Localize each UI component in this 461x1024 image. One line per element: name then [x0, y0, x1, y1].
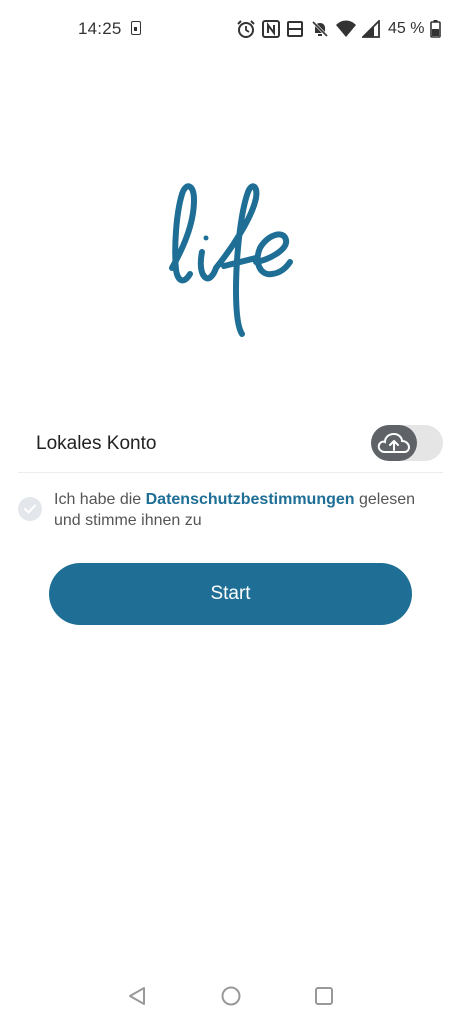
navigation-bar	[0, 975, 461, 1015]
back-icon[interactable]	[126, 985, 148, 1007]
volte-icon	[287, 21, 303, 37]
recents-icon[interactable]	[314, 986, 334, 1006]
toggle-knob	[371, 425, 417, 461]
privacy-consent-checkbox[interactable]	[18, 497, 42, 521]
privacy-consent-text: Ich habe die Datenschutzbestimmungen gel…	[54, 489, 434, 531]
cloud-upload-icon	[377, 432, 411, 453]
signal-icon	[362, 20, 380, 38]
mute-icon	[311, 20, 329, 38]
consent-prefix: Ich habe die	[54, 491, 146, 508]
start-button[interactable]: Start	[49, 563, 412, 625]
battery-percent: 45 %	[388, 20, 425, 37]
wifi-icon	[336, 20, 356, 37]
local-account-row: Lokales Konto	[18, 418, 443, 473]
status-icons: 45 %	[236, 18, 442, 40]
cloud-sync-toggle[interactable]	[371, 425, 443, 461]
life-logo	[169, 183, 293, 337]
battery-icon	[430, 20, 442, 38]
nfc-icon	[262, 20, 280, 38]
status-bar: 14:25 45 %	[0, 0, 461, 58]
alarm-icon	[237, 20, 255, 38]
check-icon	[24, 504, 36, 514]
home-icon[interactable]	[220, 985, 242, 1007]
status-time: 14:25	[78, 19, 122, 38]
privacy-policy-link[interactable]: Datenschutzbestimmungen	[146, 491, 355, 508]
app-screen: 14:25 45 % Lokales Konto Ich habe die Da…	[0, 0, 461, 1024]
sim-icon	[131, 21, 141, 35]
start-button-label: Start	[210, 583, 251, 604]
local-account-label: Lokales Konto	[36, 433, 157, 454]
